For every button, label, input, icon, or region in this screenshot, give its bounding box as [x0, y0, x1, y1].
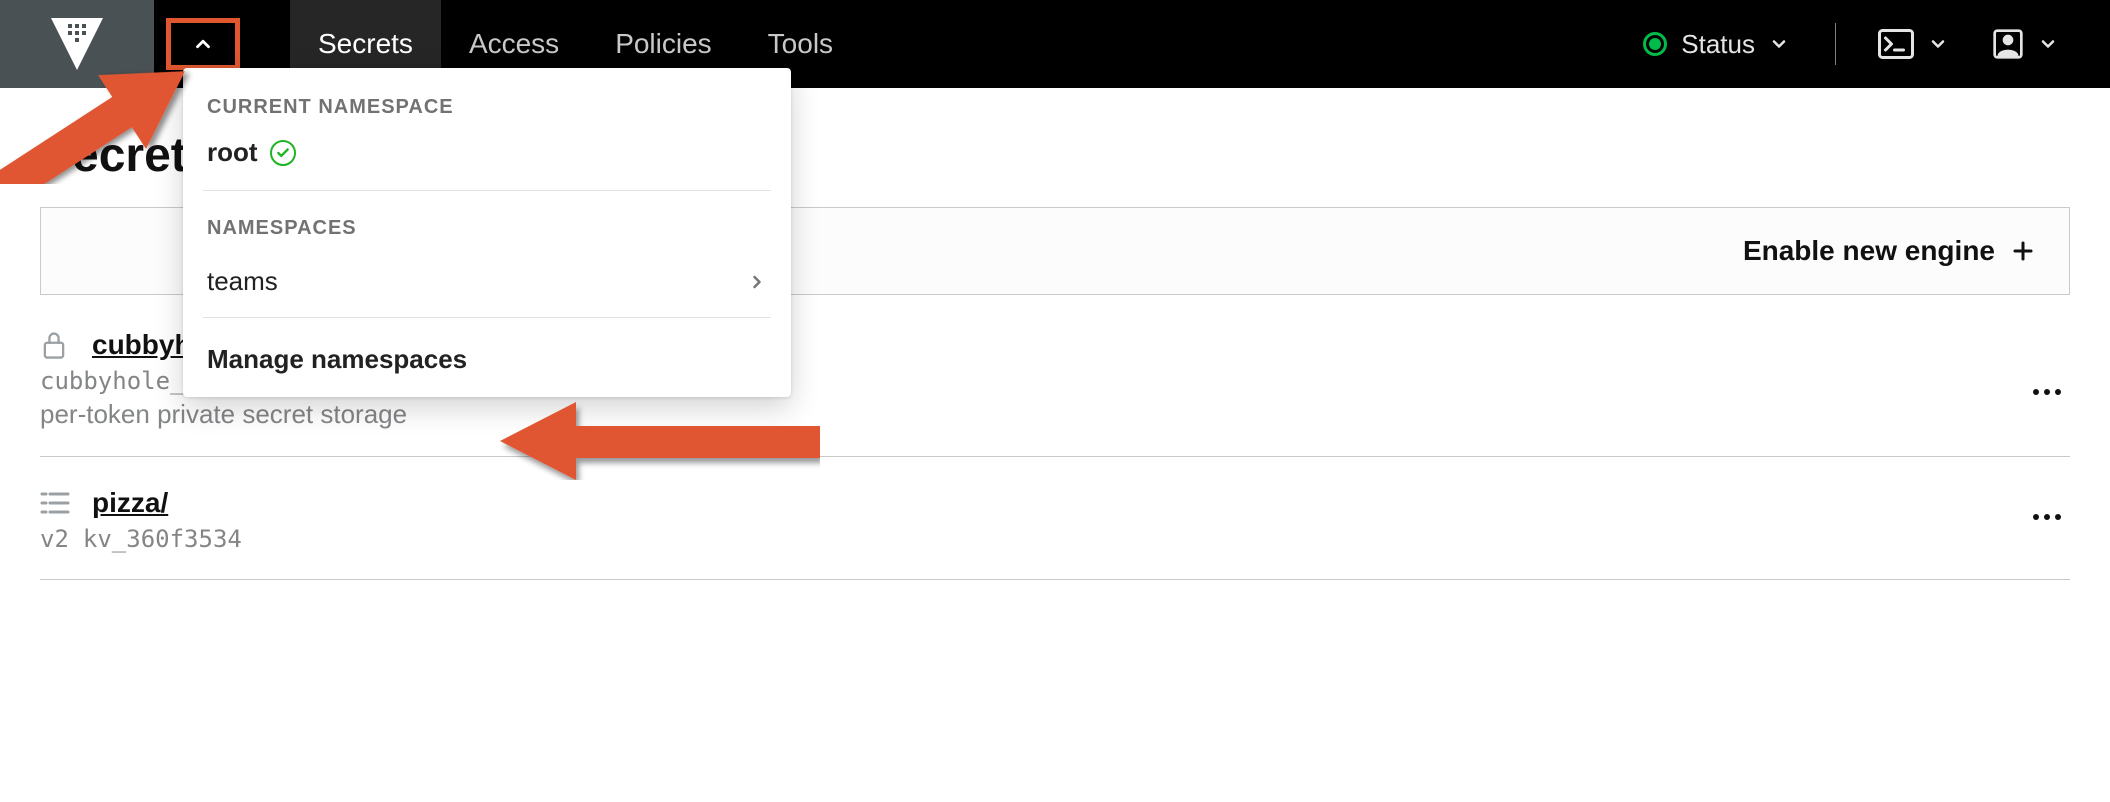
engine-id-pizza: v2 kv_360f3534: [40, 525, 2070, 553]
namespace-item-label: teams: [207, 266, 278, 297]
namespace-picker-toggle[interactable]: [166, 18, 240, 70]
console-dropdown[interactable]: [1866, 21, 1960, 67]
nav-right: Status: [1627, 20, 2110, 68]
chevron-up-icon: [192, 33, 214, 55]
chevron-down-icon: [1769, 34, 1789, 54]
engine-desc-cubbyhole: per-token private secret storage: [40, 399, 2070, 430]
chevron-down-icon: [1928, 34, 1948, 54]
engine-menu-pizza[interactable]: [2032, 509, 2062, 527]
check-circle-icon: [270, 140, 296, 166]
vault-logo-grid: [68, 24, 86, 42]
namespaces-heading: NAMESPACES: [183, 209, 791, 254]
user-menu-dropdown[interactable]: [1980, 20, 2070, 68]
nav-divider: [1835, 23, 1836, 65]
namespace-item-teams[interactable]: teams: [183, 254, 791, 317]
chevron-down-icon: [2038, 34, 2058, 54]
ellipsis-icon: [2032, 512, 2062, 522]
vault-logo-triangle: [51, 18, 103, 70]
enable-new-engine-label: Enable new engine: [1743, 235, 1995, 267]
ellipsis-icon: [2032, 387, 2062, 397]
current-namespace-text: root: [207, 137, 258, 168]
engine-version-pizza: v2: [40, 525, 69, 553]
user-icon: [1992, 28, 2024, 60]
engine-item-pizza: pizza/ v2 kv_360f3534: [40, 457, 2070, 580]
engine-menu-cubbyhole[interactable]: [2032, 384, 2062, 402]
status-dropdown[interactable]: Status: [1627, 21, 1805, 68]
status-indicator-icon: [1643, 32, 1667, 56]
engine-link-pizza[interactable]: pizza/: [92, 487, 168, 519]
current-namespace-value: root: [183, 133, 791, 190]
namespace-dropdown-panel: CURRENT NAMESPACE root NAMESPACES teams …: [183, 68, 791, 397]
engine-raw-id-pizza: kv_360f3534: [83, 525, 242, 553]
lock-icon: [40, 329, 72, 361]
dropdown-sep-2: [203, 317, 771, 318]
terminal-icon: [1878, 29, 1914, 59]
chevron-right-icon: [747, 272, 767, 292]
current-namespace-heading: CURRENT NAMESPACE: [183, 88, 791, 133]
vault-logo[interactable]: [0, 0, 154, 88]
status-label: Status: [1681, 29, 1755, 60]
manage-namespaces-link[interactable]: Manage namespaces: [183, 326, 771, 383]
enable-new-engine-button[interactable]: Enable new engine: [1743, 235, 2035, 267]
list-icon: [40, 490, 72, 516]
manage-namespaces-label: Manage namespaces: [207, 344, 467, 375]
plus-icon: [2011, 239, 2035, 263]
